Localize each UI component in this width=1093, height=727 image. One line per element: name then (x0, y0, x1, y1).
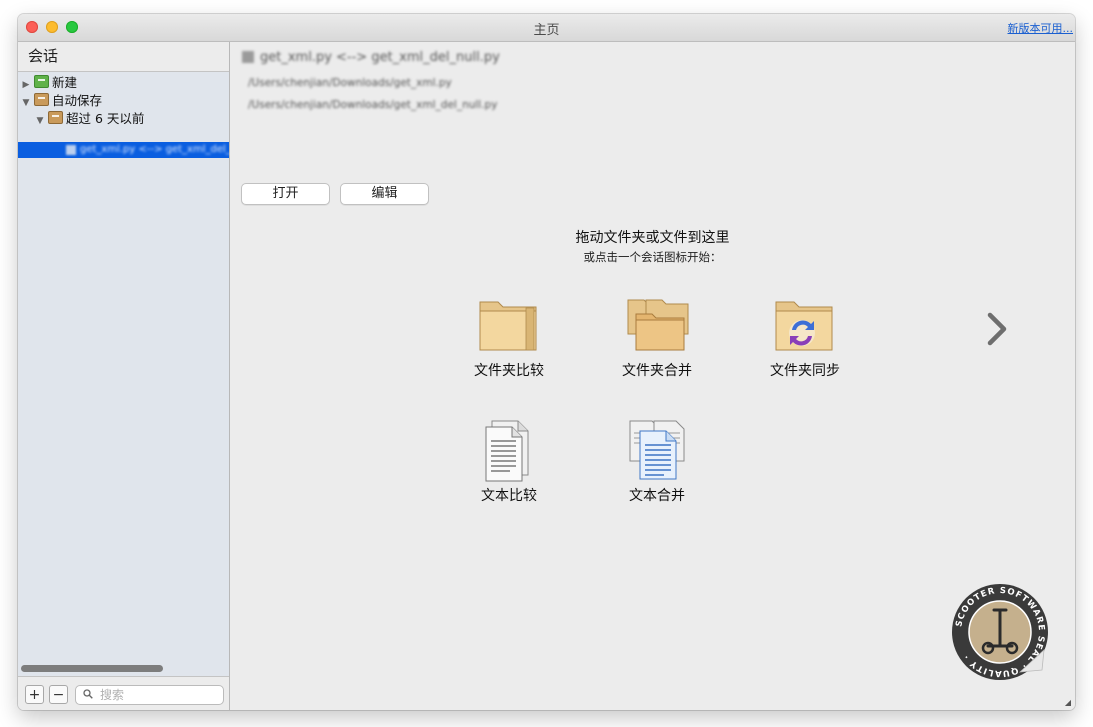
new-version-link[interactable]: 新版本可用... (1008, 20, 1074, 36)
sidebar-header: 会话 (18, 42, 229, 72)
search-icon (83, 689, 93, 699)
drop-zone-subtitle: 或点击一个会话图标开始： (583, 250, 722, 264)
tree-item-new[interactable]: ▶ 新建 (20, 74, 77, 92)
title-bar[interactable]: 主页 新版本可用... (18, 14, 1075, 42)
tree-item-label: 超过 6 天以前 (66, 111, 145, 126)
left-path: /Users/chenjian/Downloads/get_xml.py (248, 77, 452, 89)
session-title: get_xml.py <--> get_xml_del_null.py (242, 50, 500, 65)
session-file-icon (66, 145, 76, 155)
disclosure-expanded-icon[interactable]: ▼ (20, 94, 32, 112)
folder-compare-tile[interactable]: 文件夹比较 (454, 296, 564, 380)
text-merge-icon (629, 420, 685, 480)
add-session-button[interactable]: + (25, 685, 44, 704)
tile-label: 文件夹合并 (622, 363, 692, 379)
brown-folder-icon (34, 93, 49, 106)
edit-button[interactable]: 编辑 (340, 183, 429, 205)
sessions-sidebar: 会话 ▶ 新建 ▼ 自动保存 ▼ 超过 6 天以前 get_xml.py <--> g… (18, 42, 264, 710)
tile-label: 文件夹比较 (474, 363, 544, 379)
search-input[interactable] (100, 687, 218, 703)
tree-item-older-than-6-days[interactable]: ▼ 超过 6 天以前 (34, 110, 144, 128)
resize-grip-icon[interactable]: ◢ (1065, 698, 1071, 707)
folder-merge-icon (627, 299, 689, 351)
folder-merge-tile[interactable]: 文件夹合并 (602, 296, 712, 380)
window-title: 主页 (533, 23, 560, 38)
tree-item-label: 新建 (52, 75, 78, 90)
disclosure-expanded-icon[interactable]: ▼ (34, 112, 46, 130)
search-field[interactable] (75, 685, 224, 705)
tile-label: 文件夹同步 (770, 363, 840, 379)
folder-compare-icon (479, 301, 537, 351)
session-name: get_xml.py <--> get_xml_del_null.py (260, 50, 500, 65)
folder-sync-tile[interactable]: 文件夹同步 (750, 296, 860, 380)
session-type-icon (242, 51, 254, 63)
selected-session-row[interactable]: get_xml.py <--> get_xml_del_null.py (18, 142, 264, 158)
tree-item-label: 自动保存 (52, 93, 103, 108)
quality-seal-logo: SCOOTER SOFTWARE SEAL · QUALITY · (952, 584, 1048, 680)
folder-sync-icon (775, 301, 833, 351)
drop-zone-title: 拖动文件夹或文件到这里 (575, 230, 730, 246)
text-compare-tile[interactable]: 文本比较 (454, 417, 564, 505)
tile-label: 文本比较 (481, 488, 537, 504)
remove-session-button[interactable]: − (49, 685, 68, 704)
tree-item-autosave[interactable]: ▼ 自动保存 (20, 92, 102, 110)
brown-folder-icon (48, 111, 63, 124)
horizontal-scrollbar[interactable] (21, 665, 163, 672)
home-content: get_xml.py <--> get_xml_del_null.py /Use… (230, 42, 1075, 710)
chevron-right-icon[interactable] (982, 309, 1012, 349)
open-button[interactable]: 打开 (241, 183, 330, 205)
app-window: 主页 新版本可用... 会话 ▶ 新建 ▼ 自动保存 ▼ 超过 6 天以前 get_x… (18, 14, 1075, 710)
right-path: /Users/chenjian/Downloads/get_xml_del_nu… (248, 99, 498, 111)
text-compare-icon (485, 420, 529, 482)
text-merge-tile[interactable]: 文本合并 (602, 417, 712, 505)
green-folder-icon (34, 75, 49, 88)
tile-label: 文本合并 (629, 488, 685, 504)
sidebar-footer: + − (18, 676, 229, 710)
